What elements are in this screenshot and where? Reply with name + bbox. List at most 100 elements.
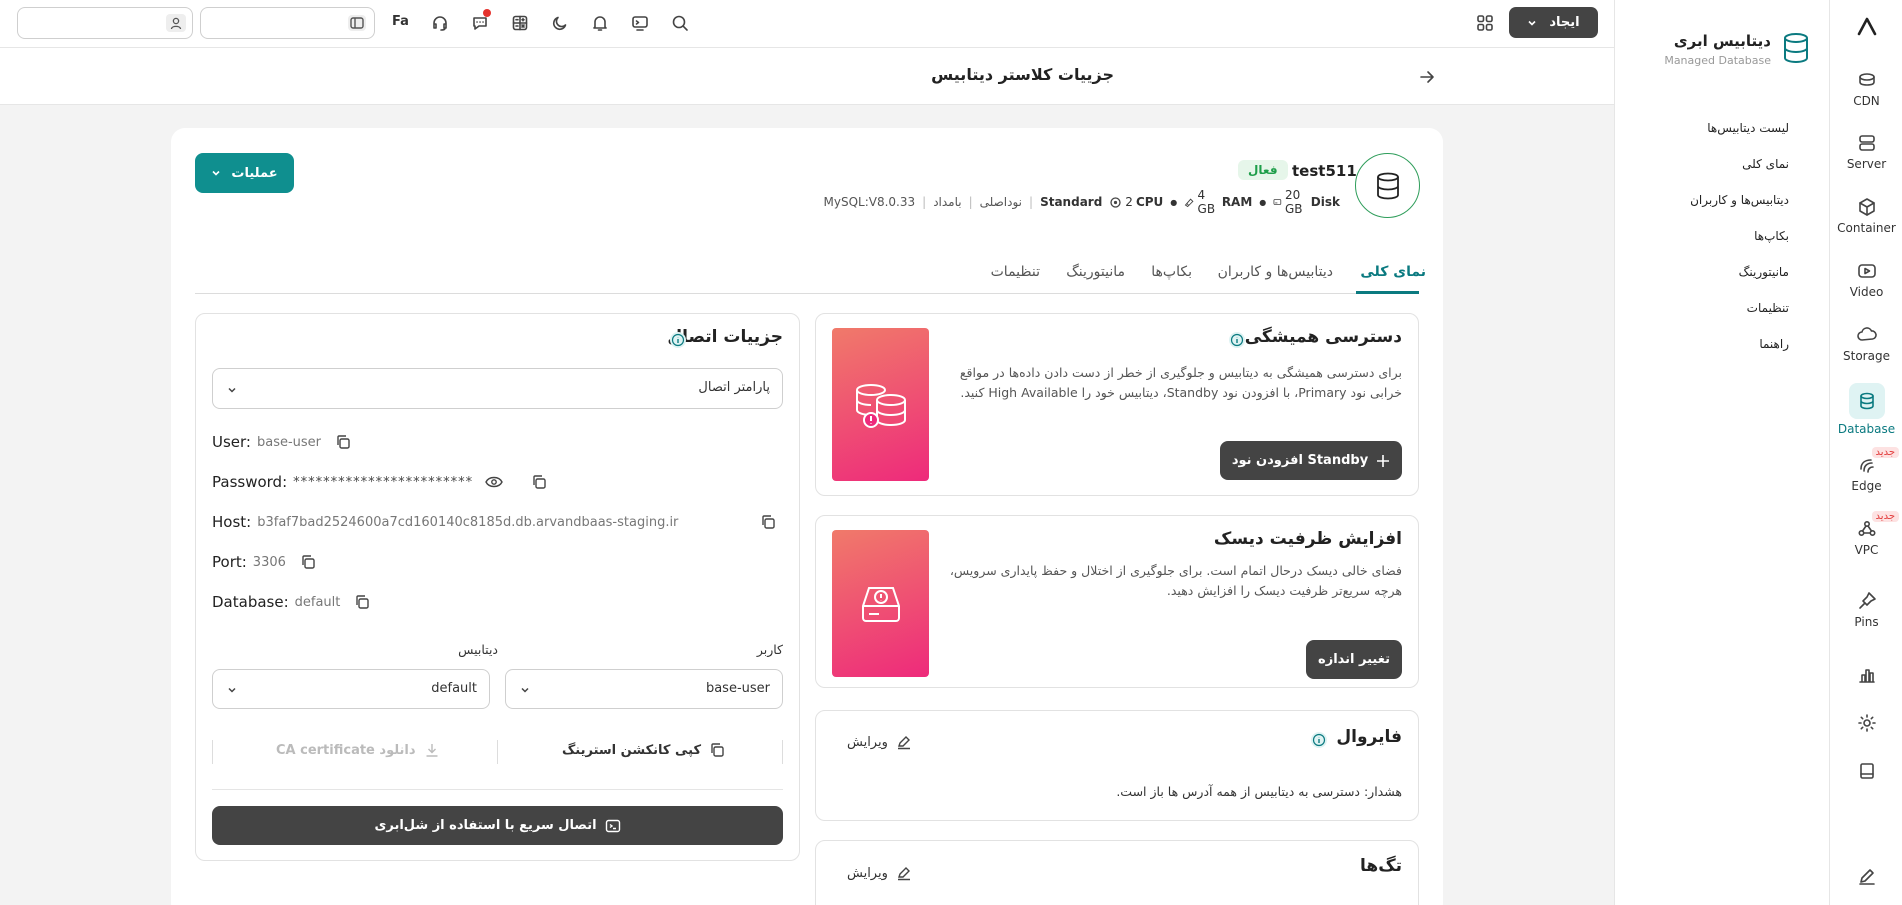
apps-grid-button[interactable] [1476,14,1494,32]
info-icon[interactable] [1228,331,1246,349]
disk-illustration [832,530,929,677]
settings-button[interactable] [1830,713,1902,737]
ha-illustration [832,328,929,481]
rail-item-server[interactable]: Server [1830,133,1902,171]
sidebar-link-settings[interactable]: تنظیمات [1747,301,1789,315]
spec-cpu: 2 CPU [1109,195,1163,209]
spec-disk: 20 GB Disk [1273,188,1340,216]
copy-icon[interactable] [335,434,351,450]
info-icon[interactable] [1310,731,1328,749]
ha-description: برای دسترسی همیشگی به دیتابیس و جلوگیری … [959,365,1402,400]
database-icon [1376,172,1399,199]
rail-item-storage[interactable]: Storage [1830,325,1902,363]
sidebar-link-backups[interactable]: بکاپ‌ها [1754,229,1789,243]
vpc-icon [1857,520,1876,537]
back-button[interactable] [1418,68,1436,86]
cloud-shell-connect-button[interactable]: اتصال سریع با استفاده از شل‌ابری [212,806,783,845]
divider [212,789,783,790]
firewall-edit-button[interactable]: ویرایش [847,734,912,750]
rail-label: Video [1849,285,1884,299]
plus-icon [1377,454,1390,467]
video-icon [1857,264,1876,278]
docs-button[interactable] [1830,761,1902,785]
edge-icon [1859,459,1874,473]
service-title: دیتابیس ابری [1673,32,1771,50]
rail-item-vpc[interactable]: جدید VPC [1830,511,1902,557]
database-select[interactable]: default [212,669,490,709]
server-icon [1858,135,1875,151]
tab-overview[interactable]: نمای کلی [1360,264,1426,280]
search-button[interactable] [671,14,689,32]
new-badge: جدید [1871,511,1899,522]
rail-item-video[interactable]: Video [1830,261,1902,299]
panel-icon [348,15,366,31]
notifications-button[interactable] [591,14,609,32]
user-select[interactable]: base-user [505,669,783,709]
user-select-label: کاربر [756,642,783,657]
create-label: ایجاد [1549,15,1580,30]
page-title: جزییات کلاستر دیتابیس [931,65,1114,84]
add-standby-button[interactable]: افزودن نود Standby [1220,441,1402,480]
edit-layout-button[interactable] [1830,866,1902,890]
copy-icon[interactable] [354,594,370,610]
connection-param-select[interactable]: پارامتر اتصال [212,368,783,409]
divider [782,740,783,764]
create-button[interactable]: ایجاد [1509,7,1598,38]
language-switch[interactable]: Fa [392,14,409,29]
rail-item-container[interactable]: Container [1830,197,1902,235]
cluster-avatar [1355,153,1420,218]
copy-icon[interactable] [531,474,547,490]
param-port: Port: 3306 [212,553,316,571]
cloud-shell-button[interactable] [631,14,649,32]
download-icon [426,744,438,757]
rail-label: Pins [1854,615,1879,629]
rail-item-edge[interactable]: جدید Edge [1830,447,1902,493]
cluster-name: test511 [1292,162,1357,180]
copy-connection-string-button[interactable]: کپی کانکشن استرینگ [562,742,725,758]
rail-item-cdn[interactable]: CDN [1830,70,1902,108]
tab-dbs-users[interactable]: دیتابیس‌ها و کاربران [1218,264,1333,280]
reports-button[interactable] [1830,665,1902,689]
disk-panel: افزایش ظرفیت دیسک فضای خالی دیسک درحال ا… [815,515,1419,688]
arvan-logo-icon[interactable] [1856,16,1878,38]
tab-monitoring[interactable]: مانیتورینگ [1066,264,1125,280]
rail-item-pins[interactable]: Pins [1830,591,1902,629]
tickets-button[interactable] [471,9,491,32]
cdn-icon [1858,73,1875,86]
bar-chart-icon [1858,669,1875,683]
rail-item-database[interactable]: Database [1830,383,1902,436]
dark-mode-button[interactable] [551,14,569,32]
tab-backups[interactable]: بکاپ‌ها [1151,264,1192,280]
account-switcher[interactable] [200,7,375,39]
support-button[interactable] [431,14,449,32]
sidebar-link-monitoring[interactable]: مانیتورینگ [1739,265,1789,279]
info-icon[interactable] [669,331,687,349]
param-password: Password: ************************ [212,473,547,491]
actions-button[interactable]: عملیات [195,153,294,193]
status-badge: فعال [1238,160,1288,180]
firewall-panel: فایروال ویرایش هشدار: دسترسی به دیتابیس … [815,710,1419,821]
tab-settings[interactable]: تنظیمات [991,264,1040,280]
tags-edit-button[interactable]: ویرایش [847,865,912,881]
sidebar-link-help[interactable]: راهنما [1759,337,1789,351]
calculator-button[interactable] [511,14,529,32]
cluster-specs: MySQL:V8.0.33 | بامداد | نوداصلی | Stand… [823,188,1340,216]
copy-icon[interactable] [300,554,316,570]
database-icon [1859,392,1874,410]
grid-icon [1477,15,1493,31]
user-profile-button[interactable] [17,7,193,39]
eye-icon[interactable] [485,475,503,489]
search-icon [672,15,688,31]
copy-icon[interactable] [760,514,776,530]
sidebar-link-db-list[interactable]: لیست دیتابیس‌ها [1707,121,1789,135]
ha-panel: دسترسی همیشگی برای دسترسی همیشگی به دیتا… [815,313,1419,496]
sidebar-link-dbs-users[interactable]: دیتابیس‌ها و کاربران [1690,193,1789,207]
sidebar-link-overview[interactable]: نمای کلی [1742,157,1789,171]
service-subtitle: Managed Database [1664,54,1771,67]
divider [212,740,213,764]
connection-panel: جزییات اتصال پارامتر اتصال User: base-us… [195,313,800,861]
resize-button[interactable]: تغییر اندازه [1306,640,1402,679]
service-sidebar: دیتابیس ابری Managed Database لیست دیتاب… [1614,0,1829,905]
spec-plan: Standard [1040,195,1103,209]
download-ca-button[interactable]: دانلود CA certificate [276,742,440,758]
